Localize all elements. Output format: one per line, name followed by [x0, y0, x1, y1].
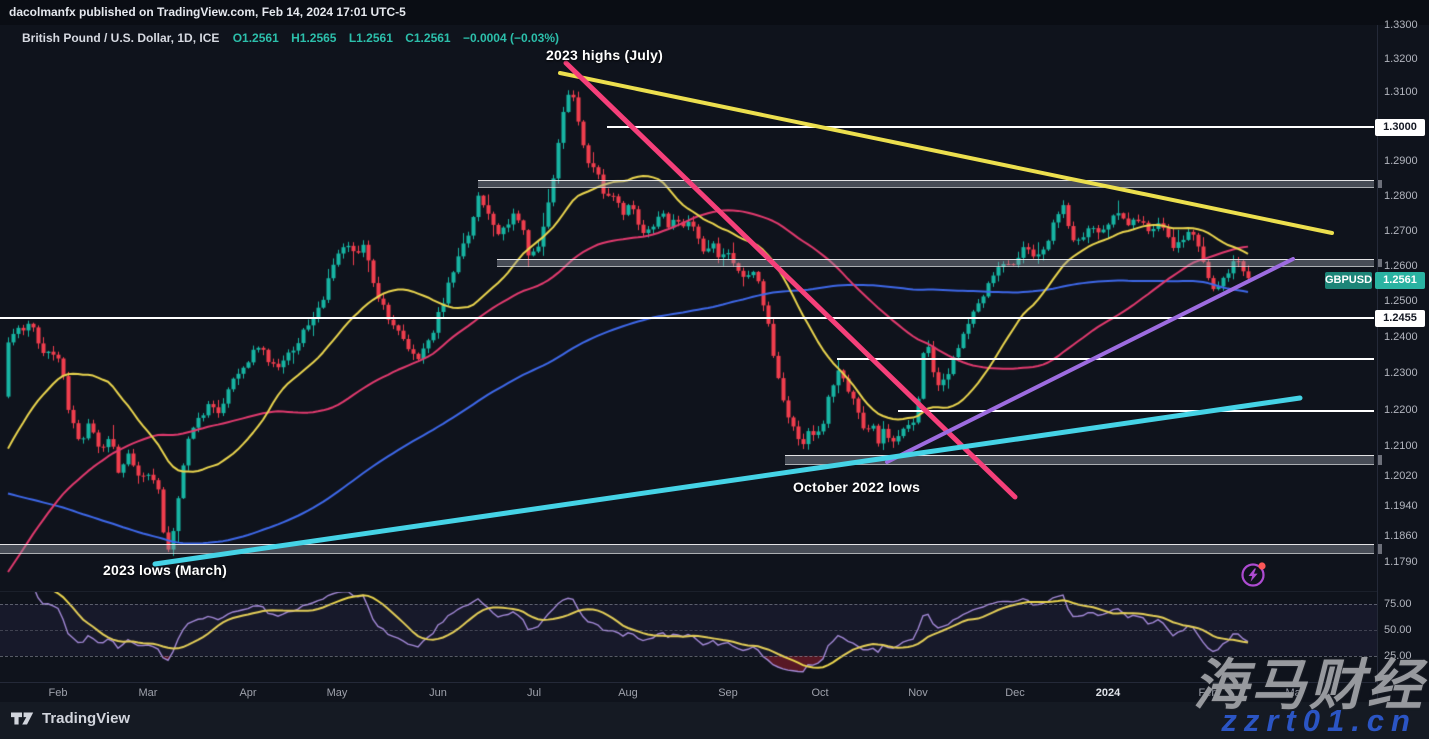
time-tick-label: Feb — [49, 687, 68, 699]
watermark-url: zzrt01.cn — [1221, 703, 1417, 739]
time-tick-label: May — [327, 687, 348, 699]
rsi-tick-label: 75.00 — [1384, 598, 1412, 611]
descending-trendline-yellow[interactable] — [560, 73, 1332, 233]
trendlines-layer — [0, 0, 1377, 682]
tradingview-logo-icon — [10, 710, 35, 727]
ascending-trendline-cyan[interactable] — [155, 398, 1300, 564]
price-tick-label: 1.2400 — [1384, 331, 1418, 344]
time-tick-label: Jul — [527, 687, 541, 699]
tradingview-brand-link[interactable]: TradingView — [10, 710, 130, 727]
price-tick-label: 1.3200 — [1384, 53, 1418, 66]
time-tick-label: Nov — [908, 687, 928, 699]
symbol-badge: GBPUSD — [1325, 272, 1372, 289]
time-tick-label: Dec — [1005, 687, 1025, 699]
price-tick-label: 1.1940 — [1384, 500, 1418, 513]
price-tick-label: 1.2100 — [1384, 440, 1418, 453]
price-level-flag-1.3000: 1.3000 — [1375, 119, 1425, 136]
tradingview-brand-label: TradingView — [42, 710, 130, 727]
lightning-circle-icon[interactable] — [1239, 559, 1269, 589]
price-level-flag-1.2455: 1.2455 — [1375, 310, 1425, 327]
price-tick-label: 1.2500 — [1384, 295, 1418, 308]
price-tick-label: 1.2800 — [1384, 190, 1418, 203]
annotation-2023-highs[interactable]: 2023 highs (July) — [546, 47, 663, 63]
time-axis-border — [0, 682, 1377, 683]
price-tick-label: 1.2020 — [1384, 470, 1418, 483]
annotation-2023-lows[interactable]: 2023 lows (March) — [103, 562, 227, 578]
time-tick-label: Mar — [139, 687, 158, 699]
rsi-tick-label: 50.00 — [1384, 624, 1412, 637]
price-tick-label: 1.2300 — [1384, 367, 1418, 380]
time-tick-label: Apr — [239, 687, 256, 699]
time-tick-label: Oct — [811, 687, 828, 699]
price-tick-label: 1.3100 — [1384, 86, 1418, 99]
time-tick-label: 2024 — [1096, 687, 1120, 699]
annotation-october-2022-lows[interactable]: October 2022 lows — [793, 479, 920, 495]
price-tick-label: 1.2900 — [1384, 155, 1418, 168]
price-tick-label: 1.2600 — [1384, 260, 1418, 273]
price-tick-label: 1.1790 — [1384, 556, 1418, 569]
price-tick-label: 1.2200 — [1384, 404, 1418, 417]
price-tick-label: 1.1860 — [1384, 530, 1418, 543]
time-scale[interactable]: FebMarAprMayJunJulAugSepOctNovDec2024Feb… — [0, 682, 1377, 702]
ascending-trendline-purple[interactable] — [887, 259, 1293, 462]
price-tick-label: 1.3300 — [1384, 19, 1418, 32]
price-tick-label: 1.2700 — [1384, 225, 1418, 238]
time-tick-label: Aug — [618, 687, 638, 699]
time-tick-label: Jun — [429, 687, 447, 699]
time-tick-label: Sep — [718, 687, 738, 699]
pane-divider — [0, 591, 1377, 592]
last-price-flag: 1.2561 — [1375, 272, 1425, 289]
tradingview-published-chart: dacolmanfx published on TradingView.com,… — [0, 0, 1429, 739]
